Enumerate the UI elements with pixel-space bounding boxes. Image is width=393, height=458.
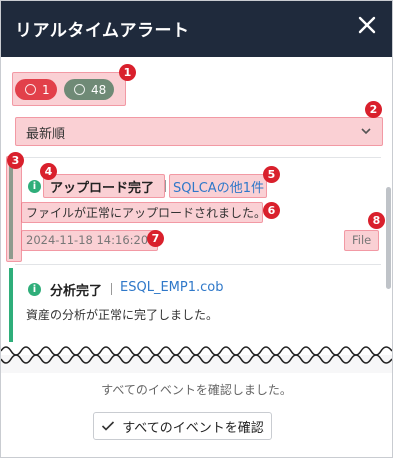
event-card[interactable]: i 分析完了 ESQL_EMP1.cob 資産の分析が正常に完了しました。 bbox=[9, 268, 385, 342]
event-title: 分析完了 bbox=[50, 284, 103, 299]
card-accent-bar bbox=[9, 159, 13, 259]
annotation-marker-8: 8 bbox=[368, 212, 385, 229]
event-timestamp: 2024-11-18 14:16:20 bbox=[26, 233, 149, 247]
divider bbox=[15, 264, 381, 265]
event-message: 資産の分析が正常に完了しました。 bbox=[26, 308, 219, 322]
event-message: ファイルが正常にアップロードされました。 bbox=[26, 206, 267, 220]
realtime-alert-panel: リアルタイムアラート 1 48 1 最新順 2 i アップロード完了 SQLCA… bbox=[0, 0, 393, 458]
file-action-button[interactable]: File bbox=[352, 233, 371, 247]
info-icon: i bbox=[28, 283, 41, 296]
all-events-confirmed-text: すべてのイベントを確認しました。 bbox=[101, 383, 292, 397]
event-target-link[interactable]: SQLCAの他1件 bbox=[173, 177, 264, 196]
info-icon: i bbox=[28, 180, 41, 193]
torn-edge-separator bbox=[1, 346, 392, 373]
sort-select[interactable]: 最新順 bbox=[15, 117, 383, 146]
title-separator bbox=[165, 180, 166, 192]
sort-selected-value: 最新順 bbox=[26, 127, 66, 142]
checkmark-icon bbox=[102, 421, 115, 431]
success-dot-icon bbox=[74, 84, 85, 95]
success-count: 48 bbox=[91, 82, 107, 97]
chevron-down-icon bbox=[361, 128, 371, 135]
annotation-marker-5: 5 bbox=[263, 166, 280, 183]
success-count-badge[interactable]: 48 bbox=[64, 79, 114, 100]
confirm-all-label: すべてのイベントを確認 bbox=[122, 420, 264, 436]
close-icon[interactable] bbox=[354, 12, 380, 38]
panel-header: リアルタイムアラート bbox=[1, 1, 392, 57]
error-count: 1 bbox=[42, 82, 50, 97]
annotation-marker-2: 2 bbox=[365, 101, 382, 118]
event-target-link[interactable]: ESQL_EMP1.cob bbox=[120, 280, 223, 295]
annotation-marker-1: 1 bbox=[119, 64, 136, 81]
event-title: アップロード完了 bbox=[50, 181, 155, 196]
error-dot-icon bbox=[25, 84, 36, 95]
card-accent-bar bbox=[9, 268, 13, 342]
event-card[interactable]: i アップロード完了 SQLCAの他1件 ファイルが正常にアップロードされました… bbox=[6, 156, 385, 262]
scrollbar-thumb[interactable] bbox=[386, 187, 391, 289]
confirm-all-events-button[interactable]: すべてのイベントを確認 bbox=[93, 412, 272, 440]
error-count-badge[interactable]: 1 bbox=[15, 79, 57, 100]
divider bbox=[15, 157, 381, 158]
annotation-marker-4: 4 bbox=[40, 163, 57, 180]
title-separator bbox=[111, 283, 112, 295]
annotation-marker-3: 3 bbox=[7, 152, 24, 169]
annotation-marker-6: 6 bbox=[263, 202, 280, 219]
panel-title: リアルタイムアラート bbox=[15, 21, 190, 41]
status-count-group: 1 48 bbox=[12, 72, 126, 106]
annotation-marker-7: 7 bbox=[147, 230, 164, 247]
